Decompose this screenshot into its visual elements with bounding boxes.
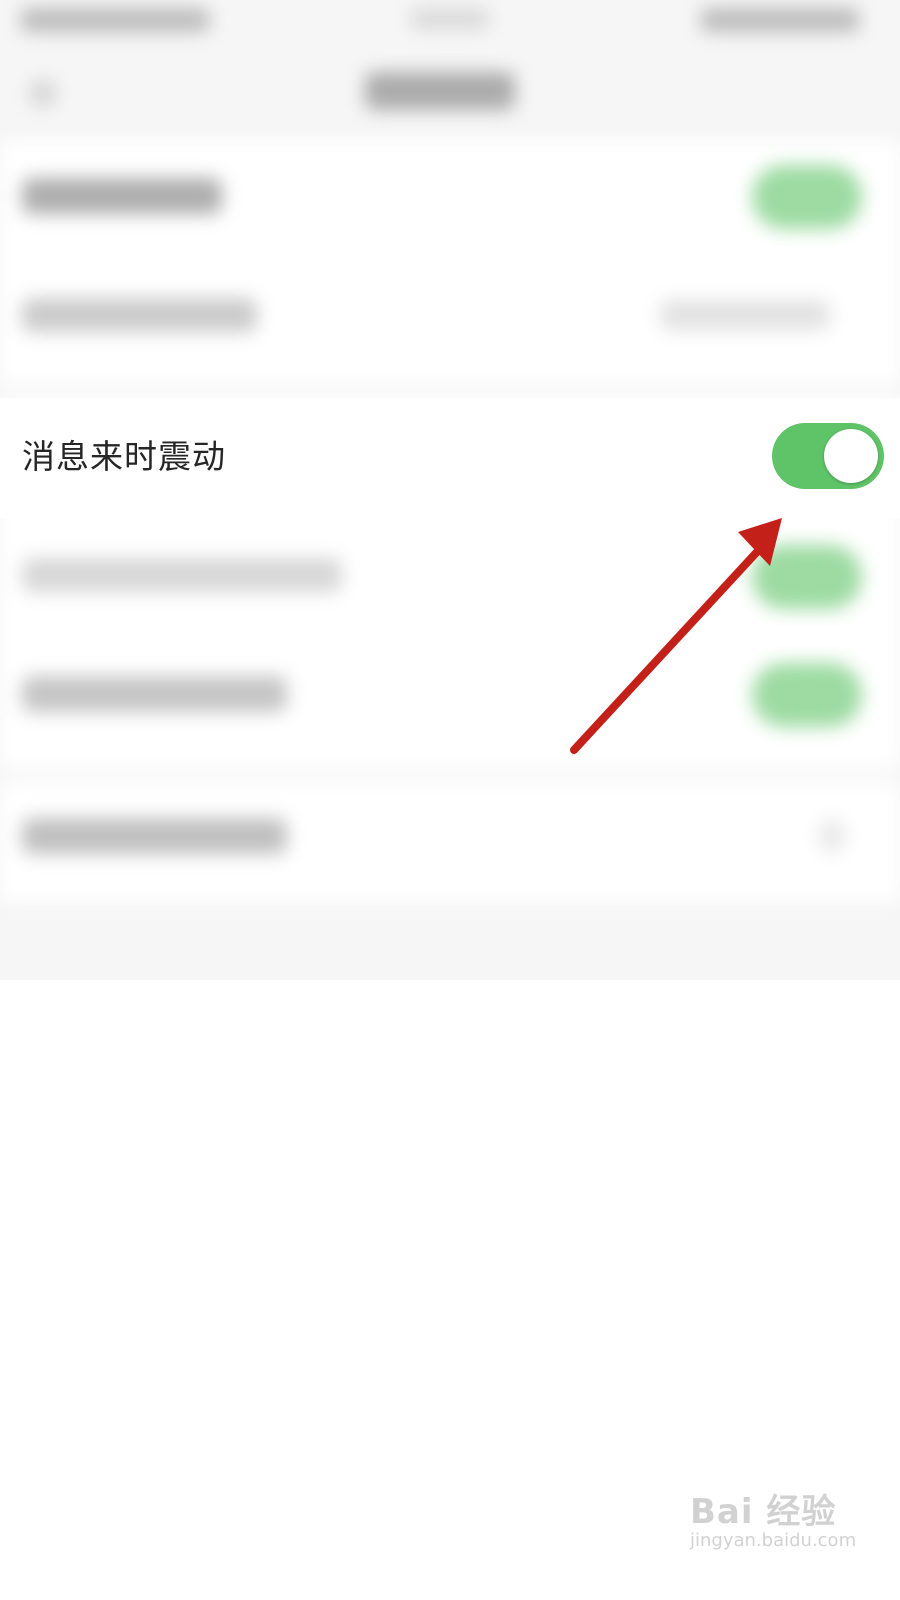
settings-row-2-label (22, 298, 257, 332)
back-icon (30, 80, 56, 106)
vibrate-on-message-toggle[interactable] (772, 423, 884, 489)
status-bar-left (20, 8, 210, 32)
settings-row-1-label (22, 178, 222, 214)
page-title (365, 72, 515, 110)
settings-row-5-label (22, 676, 287, 712)
settings-row-2-value (660, 300, 830, 330)
settings-row-6-label (22, 818, 287, 854)
toggle-knob (824, 429, 878, 483)
settings-row-4-toggle (752, 545, 862, 609)
watermark-url: jingyan.baidu.com (690, 1530, 857, 1551)
vibrate-on-message-label: 消息来时震动 (22, 437, 226, 476)
settings-row-6-chevron (820, 820, 844, 852)
blurred-background (0, 0, 900, 1600)
watermark-brand: Bai 经验 (690, 1492, 837, 1532)
status-bar-right (700, 8, 860, 32)
settings-row-4-label (22, 558, 342, 592)
settings-row-5-toggle (752, 663, 862, 727)
status-bar-center (410, 8, 490, 30)
settings-row-1-toggle (752, 165, 862, 229)
watermark: Bai 经验 jingyan.baidu.com (690, 1478, 870, 1568)
